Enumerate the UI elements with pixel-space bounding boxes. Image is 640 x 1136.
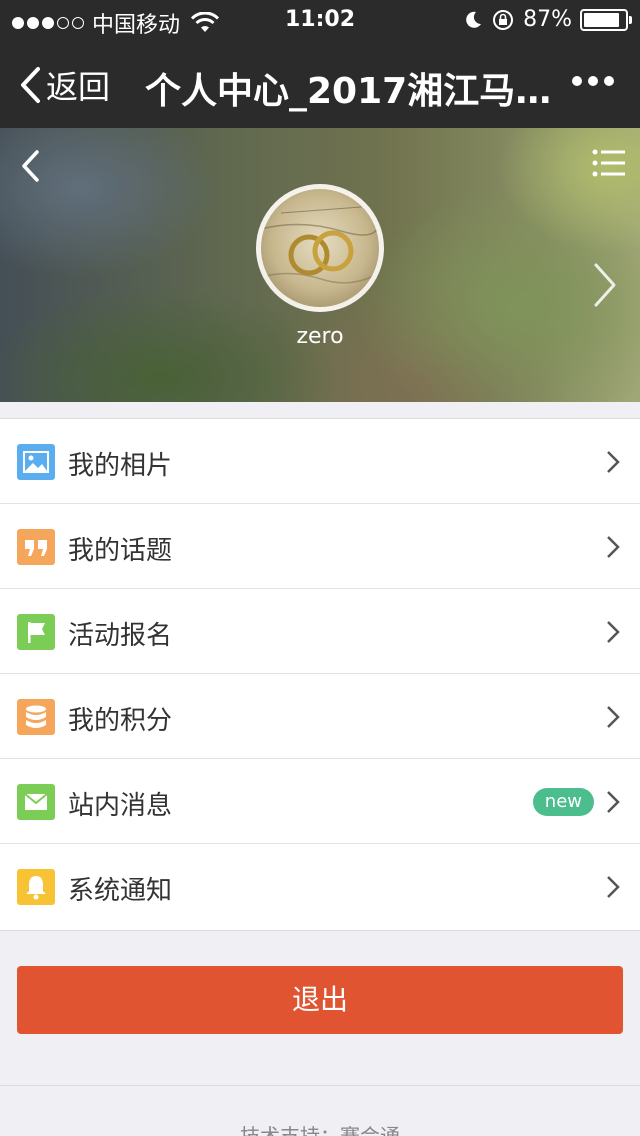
- menu-item-label: 我的积分: [68, 706, 173, 736]
- new-badge: new: [532, 788, 594, 816]
- battery-icon: [580, 8, 632, 31]
- menu-item-label: 系统通知: [68, 876, 173, 906]
- menu-item-event-signup[interactable]: 活动报名: [0, 589, 640, 674]
- profile-banner: zero: [0, 128, 640, 402]
- more-dot-icon: [588, 76, 598, 86]
- chevron-right-icon: [607, 876, 620, 898]
- chevron-right-icon: [607, 621, 620, 643]
- bell-icon: [17, 869, 55, 905]
- back-button[interactable]: 返回: [18, 62, 110, 108]
- flag-icon: [17, 614, 55, 650]
- chevron-right-icon: [607, 451, 620, 473]
- more-dot-icon: [572, 76, 582, 86]
- chevron-left-icon: [22, 150, 39, 182]
- mail-icon: [17, 784, 55, 820]
- nav-bar: 返回 个人中心_2017湘江马拉松: [0, 40, 640, 128]
- banner-back-button[interactable]: [18, 148, 42, 188]
- page-title: 个人中心_2017湘江马拉松: [145, 71, 555, 112]
- menu-item-messages[interactable]: 站内消息 new: [0, 759, 640, 844]
- quote-icon: [17, 529, 55, 565]
- username: zero: [296, 324, 344, 349]
- list-menu-icon: [592, 149, 625, 177]
- moon-icon: [466, 11, 482, 28]
- photo-icon: [17, 444, 55, 480]
- logout-button[interactable]: 退出: [17, 966, 623, 1034]
- status-bar: 中国移动 11:02 87%: [0, 0, 640, 40]
- menu-item-label: 活动报名: [68, 621, 173, 651]
- avatar[interactable]: [256, 184, 384, 312]
- banner-menu-button[interactable]: [592, 148, 626, 182]
- chevron-right-icon: [607, 536, 620, 558]
- menu-item-photos[interactable]: 我的相片: [0, 419, 640, 504]
- banner-next-button[interactable]: [592, 262, 618, 312]
- coins-icon: [17, 699, 55, 735]
- menu-item-label: 站内消息: [68, 791, 173, 821]
- menu-item-label: 我的相片: [68, 451, 173, 481]
- chevron-left-icon: [21, 67, 40, 103]
- rings-image-icon: [261, 206, 379, 284]
- more-button[interactable]: [572, 76, 614, 86]
- footer-credit: 技术支持：赛会通: [240, 1124, 400, 1136]
- menu-item-label: 我的话题: [68, 536, 173, 566]
- chevron-right-icon: [607, 791, 620, 813]
- battery-percent: 87%: [523, 7, 572, 32]
- menu-item-notifications[interactable]: 系统通知: [0, 844, 640, 930]
- chevron-right-icon: [607, 706, 620, 728]
- rotation-lock-icon: [493, 9, 514, 30]
- status-right: 87%: [463, 7, 632, 32]
- back-label: 返回: [46, 68, 111, 106]
- menu-item-topics[interactable]: 我的话题: [0, 504, 640, 589]
- chevron-right-icon: [594, 263, 616, 307]
- profile-menu: 我的相片 我的话题 活动报名 我的积分 站内消息 new 系统通知: [0, 418, 640, 931]
- footer: 技术支持：赛会通: [0, 1085, 640, 1136]
- more-dot-icon: [604, 76, 614, 86]
- menu-item-points[interactable]: 我的积分: [0, 674, 640, 759]
